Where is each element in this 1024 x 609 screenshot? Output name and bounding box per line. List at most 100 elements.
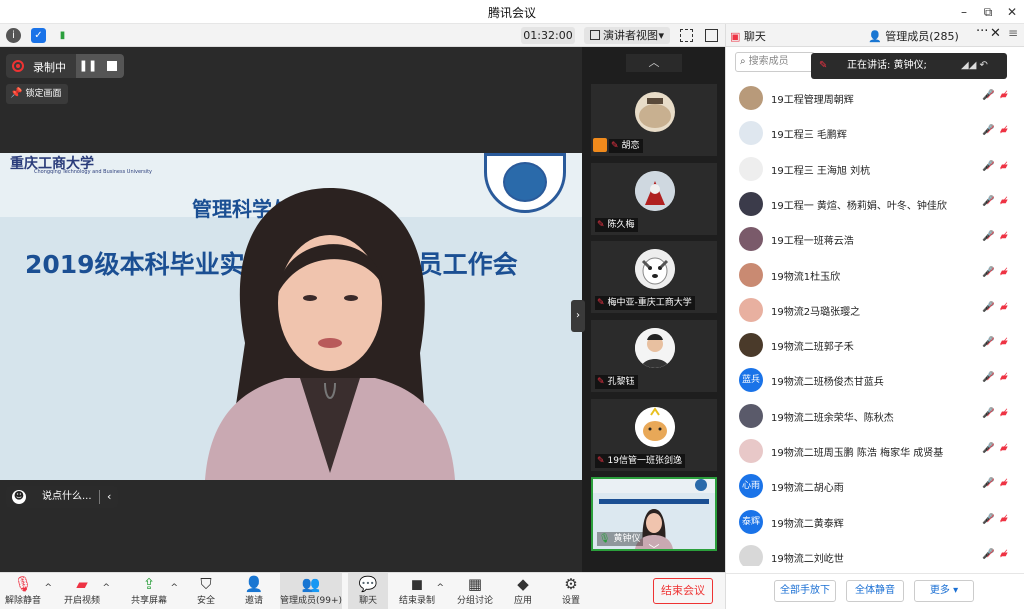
camera-off-icon[interactable]: ▰̸	[1000, 443, 1008, 454]
mic-muted-icon[interactable]: 🎤̸	[982, 302, 994, 313]
member-row[interactable]: 19物流二刘屹世 🎤̸ ▰̸	[726, 540, 1024, 566]
recording-label: 录制中	[33, 61, 66, 74]
sidebar-toggle-icon[interactable]	[705, 29, 718, 42]
camera-off-icon[interactable]: ▰̸	[1000, 125, 1008, 136]
camera-off-icon[interactable]: ▰̸	[1000, 408, 1008, 419]
start-video-button[interactable]: ▰ 开启视频 ^	[62, 573, 110, 609]
minimize-button[interactable]: –	[952, 2, 976, 22]
mic-muted-icon[interactable]: 🎤̸	[982, 408, 994, 419]
chat-placeholder[interactable]: 说点什么...	[42, 486, 92, 508]
close-panel-icon[interactable]: ✕	[990, 26, 1001, 41]
settings-button[interactable]: ⚙ 设置	[556, 573, 586, 609]
member-row[interactable]: 蓝兵 19物流二班杨俊杰甘蓝兵 🎤̸ ▰̸	[726, 363, 1024, 398]
camera-off-icon[interactable]: ▰̸	[1000, 161, 1008, 172]
scroll-down-button[interactable]: ﹀	[626, 543, 682, 557]
chat-button[interactable]: 💬 聊天	[348, 573, 388, 609]
info-icon[interactable]: i	[6, 28, 21, 43]
mic-muted-icon: ✎	[597, 220, 605, 230]
member-row[interactable]: 19工程管理周朝辉 🎤̸ ▰̸	[726, 81, 1024, 116]
mic-muted-icon[interactable]: 🎤̸	[982, 337, 994, 348]
share-screen-button[interactable]: ⇪ 共享屏幕 ^	[128, 573, 178, 609]
thumbnail-tile-active[interactable]: 🎙 黄钟仪	[591, 477, 717, 551]
member-row[interactable]: 19物流1杜玉欣 🎤̸ ▰̸	[726, 258, 1024, 293]
scroll-up-button[interactable]: ︿	[626, 54, 682, 72]
mic-muted-icon[interactable]: 🎤̸	[982, 514, 994, 525]
camera-off-icon[interactable]: ▰̸	[1000, 372, 1008, 383]
member-row[interactable]: 19物流2马璐张璎之 🎤̸ ▰̸	[726, 293, 1024, 328]
stop-recording-button[interactable]	[100, 54, 124, 78]
camera-off-icon[interactable]: ▰̸	[1000, 90, 1008, 101]
manage-members-button[interactable]: 👥 管理成员(99+)	[280, 573, 342, 609]
more-button[interactable]: 更多 ▾	[914, 580, 974, 602]
speaking-tools[interactable]: ◢◢ ↶	[961, 59, 1001, 73]
camera-off-icon[interactable]: ▰̸	[1000, 196, 1008, 207]
member-row[interactable]: 19物流二班余荣华、陈秋杰 🎤̸ ▰̸	[726, 399, 1024, 434]
search-icon: ⌕	[740, 56, 746, 67]
menu-icon[interactable]: ≡	[1008, 26, 1018, 40]
thumbnail-tile[interactable]: ✎ 胡恋	[591, 84, 717, 156]
thumbnail-tile[interactable]: ✎ 梅中亚-重庆工商大学	[591, 241, 717, 313]
close-window-button[interactable]: ✕	[1000, 2, 1024, 22]
member-row[interactable]: 心雨 19物流二胡心雨 🎤̸ ▰̸	[726, 469, 1024, 504]
mic-muted-icon[interactable]: 🎤̸	[982, 90, 994, 101]
tab-members[interactable]: 👤 管理成员(285)	[868, 28, 959, 44]
thumbnail-tile[interactable]: ✎ 19信管一班张剑逸	[591, 399, 717, 471]
add-user-icon: 👤	[244, 575, 264, 593]
member-row[interactable]: 泰辉 19物流二黄泰辉 🎤̸ ▰̸	[726, 505, 1024, 540]
restore-button[interactable]: ⧉	[976, 2, 1000, 22]
signal-icon[interactable]: ▮	[55, 28, 70, 43]
camera-off-icon[interactable]: ▰̸	[1000, 231, 1008, 242]
view-mode-dropdown[interactable]: 演讲者视图 ▾	[584, 27, 670, 44]
member-row[interactable]: 19工程一 黄煊、杨莉娟、叶冬、钟佳欣 🎤̸ ▰̸	[726, 187, 1024, 222]
search-members-input[interactable]: ⌕ 搜索成员	[735, 52, 815, 72]
breakout-rooms-button[interactable]: ▦ 分组讨论	[456, 573, 494, 609]
end-meeting-button[interactable]: 结束会议	[653, 578, 713, 604]
avatar	[739, 439, 763, 463]
avatar	[635, 249, 675, 289]
camera-off-icon[interactable]: ▰̸	[1000, 267, 1008, 278]
camera-off-icon[interactable]: ▰̸	[1000, 337, 1008, 348]
lower-all-hands-button[interactable]: 全部手放下	[774, 580, 836, 602]
participant-thumbnails: ︿ ✎ 胡恋 ✎ 陈久梅 ✎ 梅中亚-重庆工商大学 ✎ 孔黎钰 ✎ 19信管一班张剑逸	[582, 47, 725, 572]
member-name: 19物流二胡心雨	[771, 483, 844, 495]
collapse-chat-icon[interactable]: ‹	[107, 486, 111, 508]
tab-chat[interactable]: ▣ 聊天	[730, 28, 766, 44]
collapse-thumbnails-button[interactable]: ›	[571, 300, 585, 332]
fullscreen-icon[interactable]	[680, 29, 693, 42]
mic-muted-icon[interactable]: 🎤̸	[982, 196, 994, 207]
apps-button[interactable]: ◆ 应用	[508, 573, 538, 609]
member-name: 19物流二黄泰辉	[771, 518, 844, 530]
shield-icon[interactable]: ✓	[31, 28, 46, 43]
member-row[interactable]: 19物流二班郭子禾 🎤̸ ▰̸	[726, 328, 1024, 363]
mic-muted-icon[interactable]: 🎤̸	[982, 549, 994, 560]
more-options-icon[interactable]: ···	[976, 24, 988, 39]
stop-recording-toolbar-button[interactable]: ◼ 结束录制 ^	[398, 573, 444, 609]
camera-off-icon[interactable]: ▰̸	[1000, 549, 1008, 560]
camera-off-icon[interactable]: ▰̸	[1000, 478, 1008, 489]
mic-muted-icon[interactable]: 🎤̸	[982, 478, 994, 489]
member-row[interactable]: 19工程三 毛鹏辉 🎤̸ ▰̸	[726, 116, 1024, 151]
mic-muted-icon[interactable]: 🎤̸	[982, 372, 994, 383]
invite-button[interactable]: 👤 邀请	[238, 573, 270, 609]
mic-muted-icon[interactable]: 🎤̸	[982, 161, 994, 172]
member-row[interactable]: 19物流二班周玉鹏 陈浩 梅家华 成贤基 🎤̸ ▰̸	[726, 434, 1024, 469]
camera-off-icon[interactable]: ▰̸	[1000, 302, 1008, 313]
lock-view-button[interactable]: 📌 锁定画面	[6, 84, 68, 104]
mute-all-button[interactable]: 全体静音	[846, 580, 904, 602]
member-row[interactable]: 19工程三 王海旭 刘杭 🎤̸ ▰̸	[726, 152, 1024, 187]
unmute-button[interactable]: 🎙 解除静音 ^	[2, 573, 52, 609]
layout-icon	[590, 30, 600, 40]
emoji-icon[interactable]: ☻	[12, 490, 26, 504]
thumbnail-tile[interactable]: ✎ 陈久梅	[591, 163, 717, 235]
member-row[interactable]: 19工程一班蒋云浩 🎤̸ ▰̸	[726, 222, 1024, 257]
quick-chat-bar[interactable]: ☻ 说点什么... ‹	[6, 486, 118, 508]
mic-muted-icon[interactable]: 🎤̸	[982, 267, 994, 278]
mic-muted-icon[interactable]: 🎤̸	[982, 125, 994, 136]
pause-recording-button[interactable]: ❚❚	[76, 54, 100, 78]
security-button[interactable]: ⛉ 安全	[190, 573, 222, 609]
members-panel: ▣ 聊天 👤 管理成员(285) ··· ✕ ≡ ⌕ 搜索成员 ✎ 正在讲话: 黄…	[725, 24, 1024, 609]
thumbnail-tile[interactable]: ✎ 孔黎钰	[591, 320, 717, 392]
mic-muted-icon[interactable]: 🎤̸	[982, 443, 994, 454]
camera-off-icon[interactable]: ▰̸	[1000, 514, 1008, 525]
mic-muted-icon[interactable]: 🎤̸	[982, 231, 994, 242]
